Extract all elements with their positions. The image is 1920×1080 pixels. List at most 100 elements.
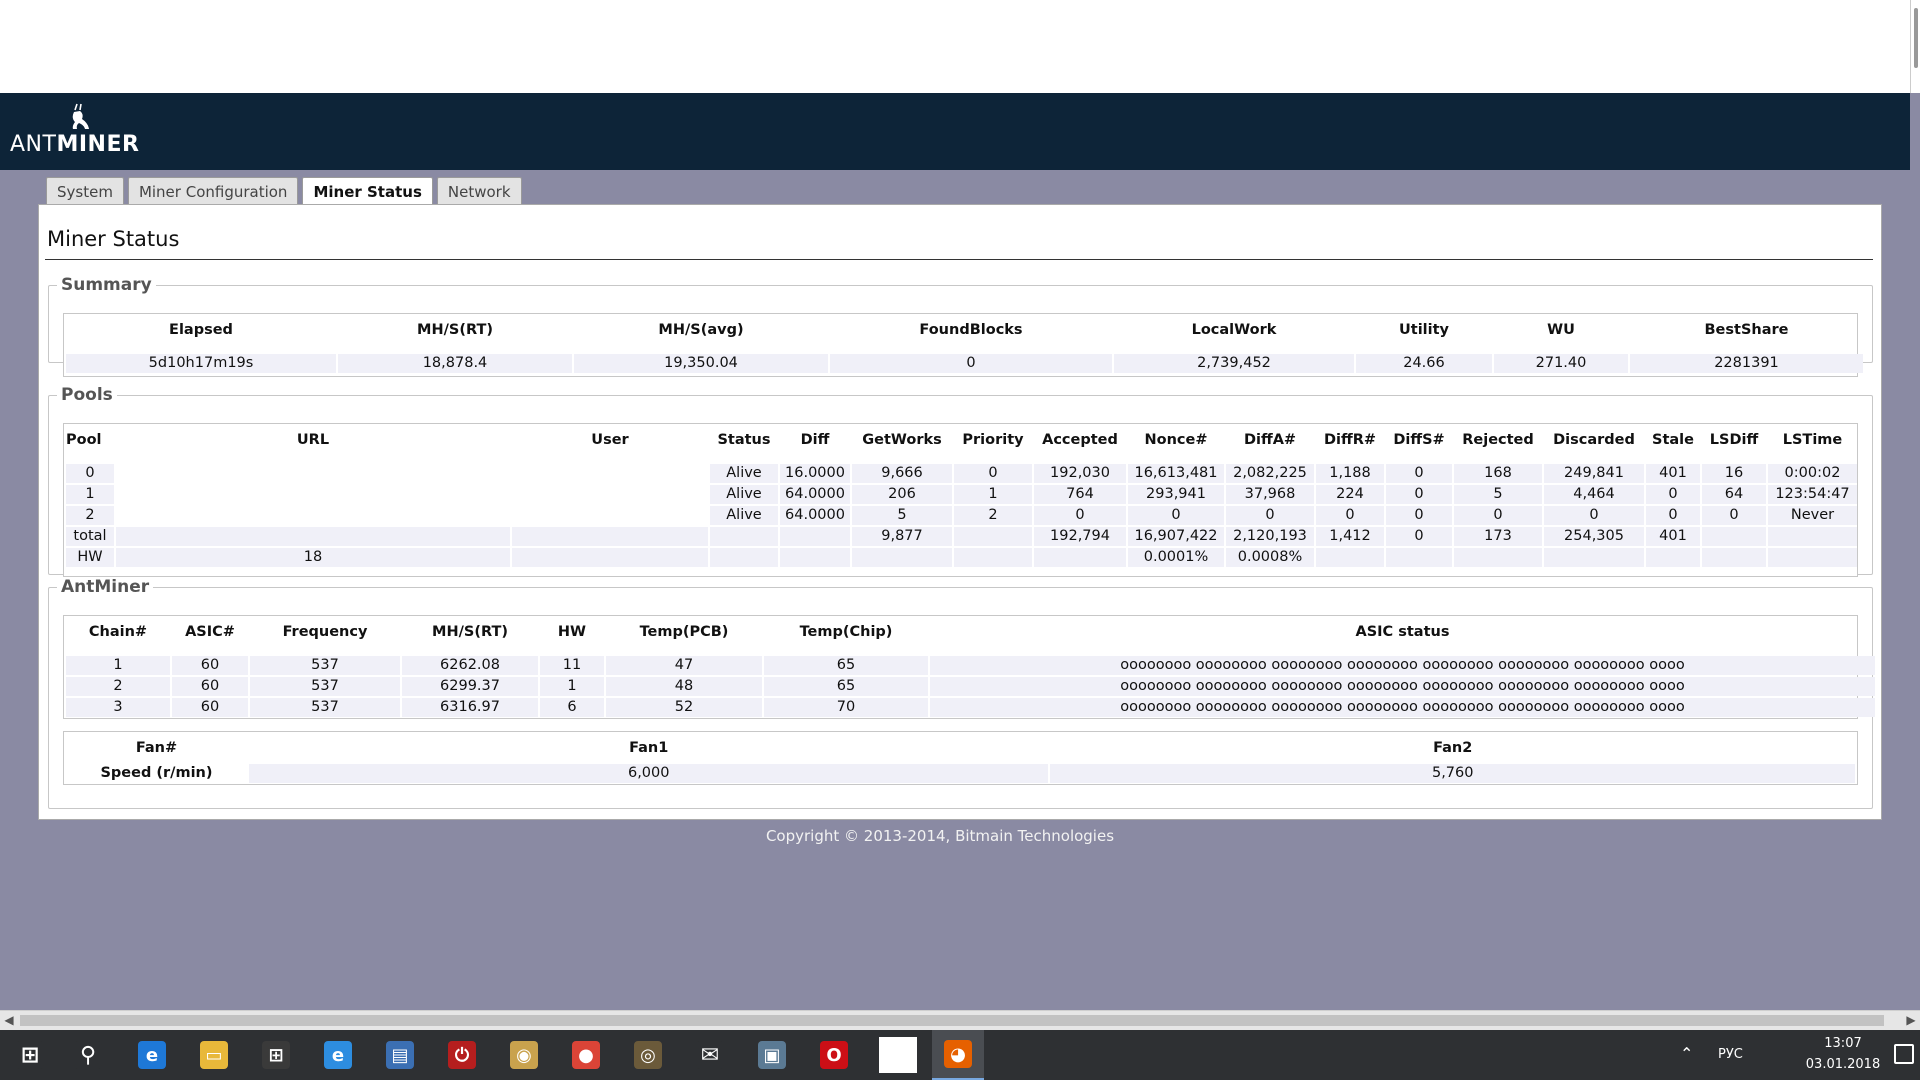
fan-header-fan1: Fan1 [629,740,669,756]
horizontal-scroll-thumb[interactable] [20,1015,1884,1026]
fan-speed-cell: 5,760 [1050,764,1855,783]
scroll-left-icon[interactable]: ◀ [0,1011,18,1030]
pool-cell: 0 [1646,506,1700,525]
tray-chevron-icon[interactable]: ⌃ [1680,1044,1693,1063]
power-app-icon[interactable]: ⏻ [436,1030,488,1080]
chain-cell: 11 [540,656,604,675]
chain-cell: 1 [540,677,604,696]
windows-start-icon[interactable]: ⊞ [4,1030,56,1080]
mail-icon[interactable]: ✉ [684,1030,736,1080]
chain-cell: 6316.97 [402,698,538,717]
internet-explorer-icon[interactable]: e [312,1030,364,1080]
pool-cell [1702,548,1766,567]
chain-cell: oooooooo oooooooo oooooooo oooooooo oooo… [930,677,1875,696]
pool-cell: 18 [116,548,510,567]
chain-table: Chain# ASIC# Frequency MH/S(RT) HW Temp(PCB) T… [64,616,1877,719]
summary-header-foundblocks: FoundBlocks [919,322,1023,338]
pool-cell: 173 [1454,527,1542,546]
tab-system[interactable]: System [46,177,124,205]
windows-start-icon-glyph: ⊞ [16,1041,44,1069]
pool-cell: 0 [1034,506,1126,525]
fan-speed-cell: 6,000 [249,764,1049,783]
tab-miner-status[interactable]: Miner Status [302,177,433,206]
firefox-icon[interactable]: ◕ [932,1030,984,1080]
chain-header-chain: Chain# [88,624,148,640]
chain-cell: 537 [250,698,400,717]
summary-header-mh-s-rt: MH/S(RT) [417,322,493,338]
windows-taskbar: ⊞ ⚲ e ▭ ⊞ e ▤ ⏻ ◉ ● ◎ ✉ ▣ O ◕ ⌃ РУС 13:07 03.01.2018 [0,1030,1920,1080]
pool-cell: 2,082,225 [1226,464,1314,483]
chain-cell: 65 [764,656,928,675]
pool-cell: 1 [66,485,114,504]
vertical-scrollbar[interactable] [1910,0,1920,93]
pool-cell: 0 [1386,527,1452,546]
pool-cell: 0 [1386,506,1452,525]
edge-icon[interactable]: e [126,1030,178,1080]
fan-speed-label: Speed (r/min) [100,765,213,781]
pool-cell: 1,412 [1316,527,1384,546]
pool-cell [1316,548,1384,567]
scrollbar-thumb[interactable] [1914,8,1918,68]
pool-cell [512,464,708,483]
opera-icon-glyph: O [820,1041,848,1069]
summary-header-localwork: LocalWork [1191,322,1277,338]
chain-cell: oooooooo oooooooo oooooooo oooooooo oooo… [930,656,1875,675]
chain-header-hw: HW [557,624,587,640]
summary-header-wu: WU [1547,322,1575,338]
fan-table: Fan# Fan1 Fan2 Speed (r/min) 6,000 5,760 [64,732,1857,785]
app-icon-4[interactable]: ▣ [746,1030,798,1080]
store-icon[interactable]: ⊞ [250,1030,302,1080]
chain-row: 3 60 537 6316.97 6 52 70 oooooooo oooooooo oooo… [66,698,1875,717]
pool-row: total 9,877 192,794 16,907,422 2,120,193 1,41… [66,527,1857,546]
opera-icon[interactable]: O [808,1030,860,1080]
chain-cell: 52 [606,698,762,717]
pool-cell [116,464,510,483]
store-icon-glyph: ⊞ [262,1041,290,1069]
summary-section: Summary Elapsed MH/S(RT) MH/S(avg) FoundBlo… [48,275,1873,377]
pool-cell: 0.0008% [1226,548,1314,567]
pools-header-diffs: DiffS# [1393,432,1445,448]
input-language[interactable]: РУС [1718,1047,1743,1062]
pools-header-status: Status [717,432,771,448]
notifications-icon[interactable] [1894,1044,1914,1064]
blank-app-icon[interactable] [872,1030,924,1080]
app-icon-2[interactable]: ◉ [498,1030,550,1080]
app-icon[interactable]: ▤ [374,1030,426,1080]
file-explorer-icon[interactable]: ▭ [188,1030,240,1080]
pool-cell: 0 [1454,506,1542,525]
summary-cell: 18,878.4 [338,354,572,373]
horizontal-scrollbar[interactable]: ◀ ▶ [0,1010,1920,1030]
pool-cell [1646,548,1700,567]
pool-cell: 293,941 [1128,485,1224,504]
scroll-right-icon[interactable]: ▶ [1902,1011,1920,1030]
clock-date[interactable]: 03.01.2018 [1798,1057,1888,1072]
pool-cell: 37,968 [1226,485,1314,504]
clock-time[interactable]: 13:07 [1798,1036,1888,1051]
firefox-icon-glyph: ◕ [944,1040,972,1068]
pool-cell: 254,305 [1544,527,1644,546]
nav-tabs: System Miner Configuration Miner Status … [46,177,522,206]
pool-cell: 0 [1544,506,1644,525]
app-icon-4-glyph: ▣ [758,1041,786,1069]
pools-header-lstime: LSTime [1782,432,1843,448]
chain-cell: 60 [172,656,248,675]
header-bar [0,93,1910,170]
pool-cell: 168 [1454,464,1542,483]
pool-cell: 249,841 [1544,464,1644,483]
tab-miner-configuration[interactable]: Miner Configuration [127,177,299,205]
app-icon-3[interactable]: ◎ [622,1030,674,1080]
chain-cell: 48 [606,677,762,696]
fan-header-fan: Fan# [135,740,178,756]
pools-table: Pool URL User Status Diff GetWorks Priority Acc… [64,424,1859,569]
fan-header-fan2: Fan2 [1433,740,1473,756]
pools-header-diffa: DiffA# [1243,432,1297,448]
pool-cell [1768,527,1857,546]
summary-cell: 2,739,452 [1114,354,1354,373]
chain-cell: 1 [66,656,170,675]
tab-network[interactable]: Network [436,177,522,205]
chain-row: 1 60 537 6262.08 11 47 65 oooooooo oooooooo ooo… [66,656,1875,675]
summary-legend: Summary [61,275,152,295]
browser-content-top [0,0,1920,93]
chrome-icon[interactable]: ● [560,1030,612,1080]
search-icon[interactable]: ⚲ [62,1030,114,1080]
